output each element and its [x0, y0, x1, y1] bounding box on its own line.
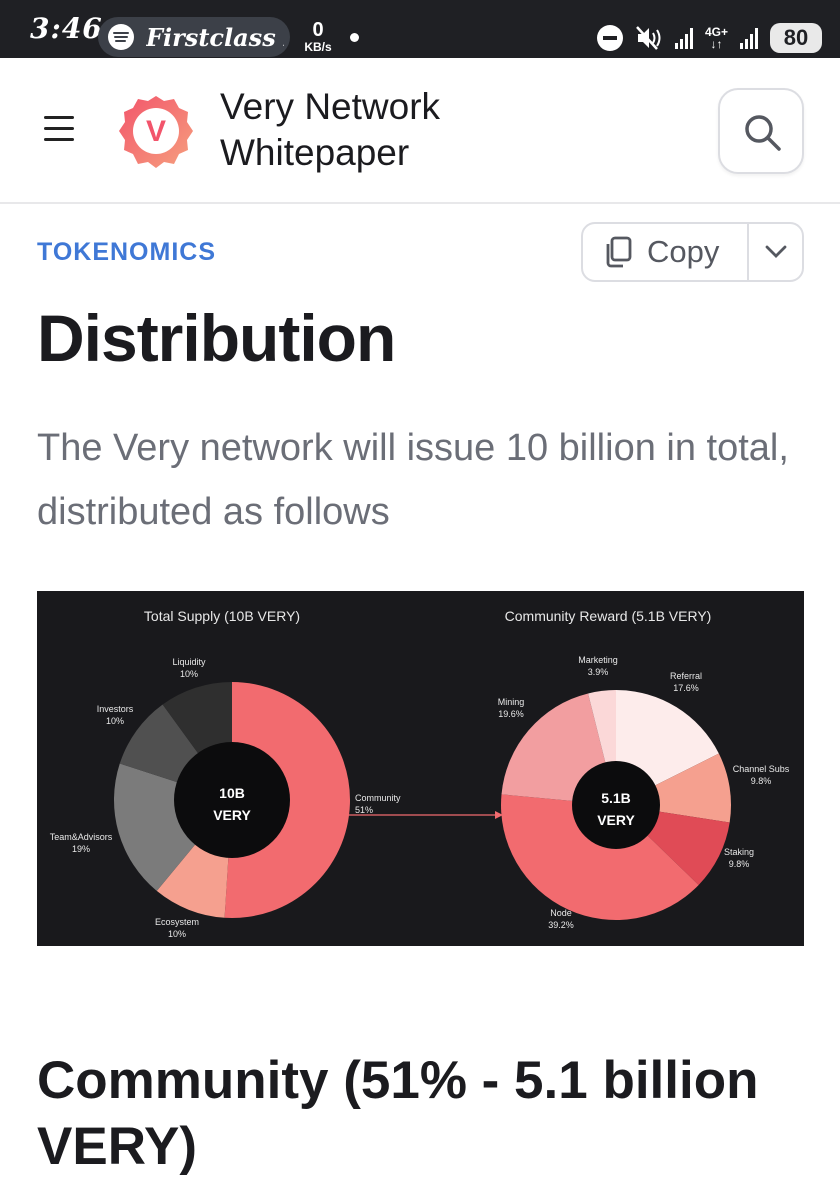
hamburger-menu-button[interactable]	[40, 113, 78, 145]
section-label[interactable]: TOKENOMICS	[37, 238, 216, 267]
slice-label: Marketing 3.9%	[578, 655, 618, 677]
section-heading: Community (51% - 5.1 billion VERY)	[37, 1051, 759, 1176]
center-unit-label: VERY	[597, 812, 635, 828]
status-icons: 4G+ ↓↑ 80	[596, 20, 822, 56]
chart-title: Total Supply (10B VERY)	[144, 608, 300, 624]
do-not-disturb-icon	[596, 25, 623, 51]
very-logo[interactable]: V	[118, 94, 194, 170]
slice-label: Node 39.2%	[548, 908, 574, 930]
center-value-label: 5.1B	[601, 790, 631, 806]
copy-options-button[interactable]	[749, 224, 802, 280]
distribution-chart-figure: 10B VERY Total Supply (10B VERY) Community 5…	[37, 591, 804, 946]
intro-paragraph: The Very network will issue 10 billion i…	[37, 427, 789, 533]
network-type-bottom: ↓↑	[710, 37, 723, 51]
copy-label: Copy	[647, 234, 720, 269]
center-value-label: 10B	[219, 785, 245, 801]
spotify-icon	[108, 24, 134, 50]
vibrate-mute-icon	[635, 25, 663, 51]
status-time: 3:46	[30, 12, 103, 45]
net-speed-value: 0	[312, 19, 324, 41]
slice-label: Liquidity 10%	[172, 657, 206, 679]
copy-icon	[606, 236, 632, 268]
slice-label: Staking 9.8%	[724, 847, 754, 869]
slice-label: Community 51%	[355, 793, 401, 815]
slice-label: Referral 17.6%	[670, 671, 702, 693]
media-app-text: Firstclass M	[146, 23, 284, 52]
status-bar: 3:46 Firstclass M 0 KB/s 4G+ ↓↑	[0, 0, 840, 58]
app-header: V Very Network Whitepaper	[0, 58, 840, 204]
slice-label: Channel Subs 9.8%	[733, 764, 790, 786]
search-button[interactable]	[718, 88, 804, 174]
net-speed: 0 KB/s	[302, 20, 334, 54]
app-title: Very Network Whitepaper	[220, 86, 441, 173]
search-icon	[745, 115, 781, 151]
page-title: Distribution	[37, 301, 396, 375]
logo-letter: V	[146, 115, 166, 148]
network-type: 4G+ ↓↑	[705, 26, 728, 50]
chevron-down-icon	[765, 245, 786, 258]
battery-indicator: 80	[770, 23, 822, 53]
net-speed-unit: KB/s	[304, 40, 332, 54]
signal-icon	[674, 27, 693, 49]
center-unit-label: VERY	[213, 807, 251, 823]
copy-button-group: Copy	[581, 222, 804, 282]
chart-title: Community Reward (5.1B VERY)	[505, 608, 712, 624]
notification-dot-icon	[350, 33, 359, 42]
copy-button[interactable]: Copy	[583, 224, 749, 280]
distribution-chart: 10B VERY Total Supply (10B VERY) Community 5…	[50, 608, 790, 939]
slice-label: Mining 19.6%	[498, 697, 525, 719]
slice-label: Investors 10%	[97, 704, 134, 726]
media-notification-pill[interactable]: Firstclass M	[98, 17, 290, 57]
slice-label: Ecosystem 10%	[155, 917, 199, 939]
slice-label: Team&Advisors 19%	[50, 832, 113, 854]
signal-icon-2	[740, 27, 758, 49]
